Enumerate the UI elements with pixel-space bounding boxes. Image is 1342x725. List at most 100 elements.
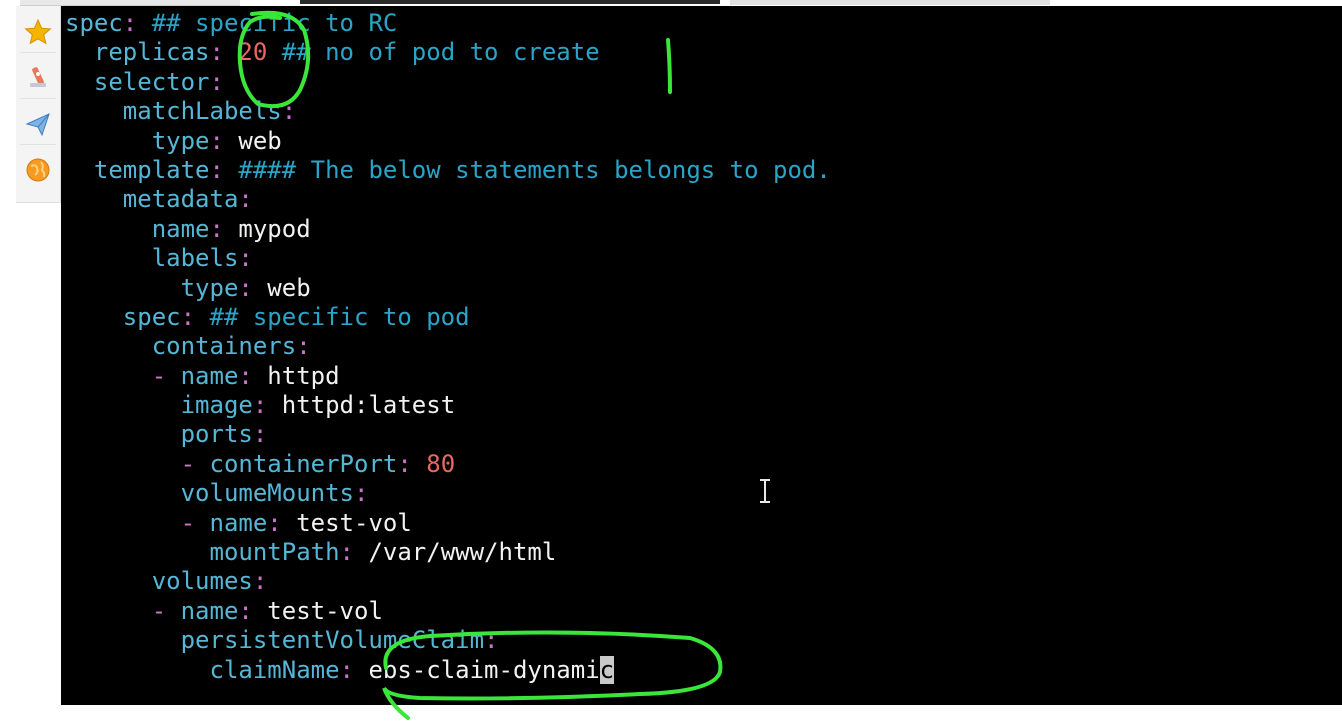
code-line[interactable]: ports: xyxy=(65,420,831,449)
code-line[interactable]: claimName: ebs-claim-dynamic xyxy=(65,655,831,685)
yaml-value: ebs-claim-dynami xyxy=(354,655,600,684)
yaml-code-block: spec: ## specific to RC replicas: 20 ## … xyxy=(65,9,831,685)
yaml-key: persistentVolumeClaim xyxy=(180,626,485,655)
yaml-colon: : xyxy=(238,273,253,302)
yaml-value: web xyxy=(252,273,311,302)
yaml-key: containerPort xyxy=(209,449,398,478)
code-line[interactable]: type: web xyxy=(65,127,831,156)
code-line[interactable]: image: httpd:latest xyxy=(65,391,831,420)
code-line[interactable]: - name: httpd xyxy=(65,362,831,391)
code-line[interactable]: volumes: xyxy=(65,567,831,596)
satellite-icon xyxy=(30,67,46,87)
yaml-colon: : xyxy=(252,391,268,420)
yaml-colon: : xyxy=(238,244,253,273)
code-line[interactable]: - containerPort: 80 xyxy=(65,450,831,479)
code-line[interactable]: replicas: 20 ## no of pod to create xyxy=(65,38,831,67)
yaml-colon: : xyxy=(339,538,354,567)
yaml-colon: : xyxy=(209,126,224,155)
launcher-dock xyxy=(16,6,61,203)
yaml-key: type xyxy=(180,273,239,302)
yaml-colon: : xyxy=(281,97,297,126)
code-line[interactable]: labels: xyxy=(65,244,831,273)
code-line[interactable]: spec: ## specific to pod xyxy=(65,303,831,332)
yaml-colon: : xyxy=(267,508,282,537)
yaml-value: web xyxy=(223,126,282,155)
code-line[interactable]: - name: test-vol xyxy=(65,597,831,626)
yaml-key: ports xyxy=(180,420,253,449)
yaml-colon: : xyxy=(209,67,224,96)
globe-icon xyxy=(26,158,50,182)
code-line[interactable]: spec: ## specific to RC xyxy=(65,9,831,38)
yaml-key: metadata xyxy=(122,185,239,214)
browser-tab-active[interactable] xyxy=(300,0,720,4)
paper-plane-icon xyxy=(25,113,50,137)
yaml-value: test-vol xyxy=(252,596,383,625)
dock-item-satellite[interactable] xyxy=(20,58,56,99)
code-editor[interactable]: spec: ## specific to RC replicas: 20 ## … xyxy=(61,6,1342,705)
code-line[interactable]: mountPath: /var/www/html xyxy=(65,538,831,567)
code-line[interactable]: metadata: xyxy=(65,185,831,214)
yaml-number: 20 xyxy=(238,38,268,67)
yaml-key: name xyxy=(180,596,239,625)
dock-item-browser[interactable] xyxy=(20,150,56,190)
code-line[interactable]: name: mypod xyxy=(65,215,831,244)
yaml-value: httpd xyxy=(252,361,340,390)
yaml-colon: : xyxy=(238,185,253,214)
yaml-comment: #### The below statements belongs to pod… xyxy=(223,155,831,184)
yaml-key: volumeMounts xyxy=(180,479,354,508)
yaml-value: httpd:latest xyxy=(267,391,456,420)
yaml-key: spec xyxy=(122,302,181,331)
code-line[interactable]: persistentVolumeClaim: xyxy=(65,626,831,655)
yaml-colon: : xyxy=(353,479,369,508)
code-line[interactable]: containers: xyxy=(65,332,831,361)
yaml-colon: : xyxy=(209,214,224,243)
yaml-key: name xyxy=(209,508,268,537)
yaml-value: test-vol xyxy=(281,508,412,537)
yaml-value: /var/www/html xyxy=(354,538,557,567)
yaml-key: claimName xyxy=(209,655,340,684)
yaml-colon: : xyxy=(209,155,224,184)
dock-item-send[interactable] xyxy=(20,104,56,145)
yaml-key: name xyxy=(180,361,239,390)
yaml-colon: : xyxy=(339,655,354,684)
yaml-comment: ## specific to pod xyxy=(195,302,470,331)
yaml-colon: : xyxy=(209,38,224,67)
list-dash: - xyxy=(151,596,181,625)
text-cursor-icon xyxy=(760,479,770,503)
code-line[interactable]: type: web xyxy=(65,274,831,303)
code-line[interactable]: matchLabels: xyxy=(65,97,831,126)
yaml-colon: : xyxy=(238,596,253,625)
code-line[interactable]: template: #### The below statements belo… xyxy=(65,156,831,185)
yaml-key: labels xyxy=(151,244,239,273)
yaml-comment: ## no of pod to create xyxy=(267,38,600,67)
yaml-key: replicas xyxy=(93,38,210,67)
text-caret: c xyxy=(599,655,615,684)
yaml-colon: : xyxy=(397,449,412,478)
code-line[interactable]: - name: test-vol xyxy=(65,509,831,538)
dock-item-favorites[interactable] xyxy=(20,12,56,53)
yaml-comment: ## specific to RC xyxy=(137,9,398,37)
list-dash: - xyxy=(180,449,210,478)
yaml-key: mountPath xyxy=(209,538,340,567)
browser-tab-right[interactable] xyxy=(730,0,1050,5)
code-line[interactable]: volumeMounts: xyxy=(65,479,831,508)
code-line[interactable]: selector: xyxy=(65,68,831,97)
